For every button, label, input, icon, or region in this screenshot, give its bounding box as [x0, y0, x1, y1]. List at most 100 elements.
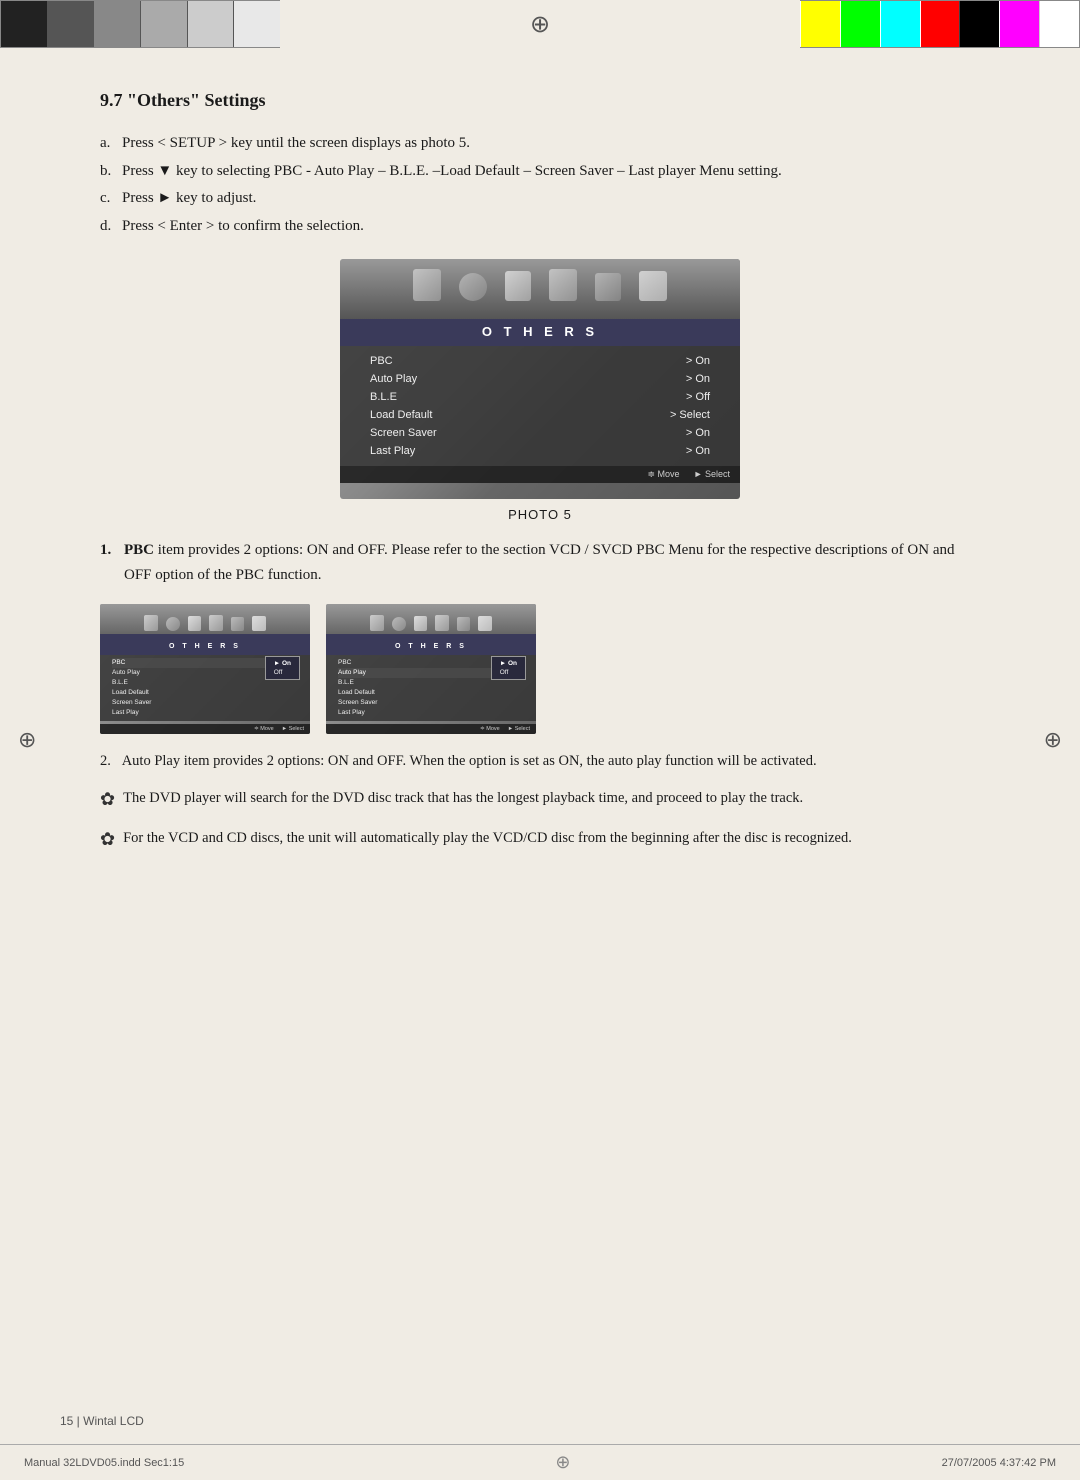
dvd-menu-row-pbc: PBC > On [370, 352, 710, 370]
small-popup-off-2: Off [500, 668, 517, 677]
num-label-1: 1. [100, 538, 124, 588]
dvd-menu-row-ble: B.L.E > Off [370, 388, 710, 406]
dvd-icon-2 [459, 273, 487, 301]
small-dvd-screen-1: O T H E R S PBC Auto Play B.L.E Load Def… [100, 604, 310, 734]
main-dvd-screen: O T H E R S PBC > On Auto Play > On B.L.… [340, 259, 740, 499]
instruction-text-b: Press ▼ key to selecting PBC - Auto Play… [122, 159, 980, 185]
dvd-menu-value-ble: > Off [686, 391, 710, 403]
dvd-icon-3 [505, 271, 531, 301]
footer-left-text: Manual 32LDVD05.indd Sec1:15 [24, 1457, 184, 1469]
instruction-text-a: Press < SETUP > key until the screen dis… [122, 131, 980, 157]
main-content: 9.7 "Others" Settings a. Press < SETUP >… [60, 60, 1020, 1430]
small-footer-select-1: ► Select [282, 726, 304, 732]
dvd-footer-select: ► Select [694, 469, 730, 480]
instruction-item-a: a. Press < SETUP > key until the screen … [100, 131, 980, 157]
note-icon-1: ✿ [100, 785, 115, 815]
section-title: 9.7 "Others" Settings [100, 90, 980, 111]
numbered-item-1: 1. PBC item provides 2 options: ON and O… [100, 538, 980, 588]
bottom-border: Manual 32LDVD05.indd Sec1:15 ⊕ 27/07/200… [0, 1444, 1080, 1480]
footer-right-text: 27/07/2005 4:37:42 PM [942, 1457, 1056, 1469]
instruction-label-d: d. [100, 214, 122, 240]
instruction-item-b: b. Press ▼ key to selecting PBC - Auto P… [100, 159, 980, 185]
dvd-menu-item-lastplay: Last Play [370, 445, 415, 457]
num-content-1: PBC item provides 2 options: ON and OFF.… [124, 538, 980, 588]
dvd-icon-5 [595, 273, 621, 301]
dvd-icons [413, 269, 667, 309]
dvd-footer-move: ≑ Move [648, 469, 680, 480]
small-screens-container: O T H E R S PBC Auto Play B.L.E Load Def… [100, 604, 980, 734]
small-row-screensaver-1: Screen Saver [112, 698, 298, 708]
main-screenshot-container: O T H E R S PBC > On Auto Play > On B.L.… [100, 259, 980, 499]
dvd-menu-row-loaddefault: Load Default > Select [370, 406, 710, 424]
page-num-text: 15 | Wintal LCD [60, 1414, 144, 1428]
num-bold-1: PBC [124, 542, 154, 558]
dvd-icon-4 [549, 269, 577, 301]
dvd-menu-item-ble: B.L.E [370, 391, 397, 403]
instruction-list: a. Press < SETUP > key until the screen … [100, 131, 980, 239]
top-border-left [0, 0, 280, 48]
num-2-text: Auto Play item provides 2 options: ON an… [122, 753, 817, 769]
dvd-menu-item-autoplay: Auto Play [370, 373, 417, 385]
small-menu-bar-1: O T H E R S [100, 634, 310, 655]
instruction-text-c: Press ► key to adjust. [122, 186, 980, 212]
instruction-item-c: c. Press ► key to adjust. [100, 186, 980, 212]
small-row-loaddefault-1: Load Default [112, 688, 298, 698]
dvd-icon-1 [413, 269, 441, 301]
small-menu-bar-2: O T H E R S [326, 634, 536, 655]
dvd-footer: ≑ Move ► Select [340, 466, 740, 483]
small-row-lastplay-2: Last Play [338, 708, 524, 718]
dvd-menu-bar: O T H E R S [340, 319, 740, 346]
note-text-1: The DVD player will search for the DVD d… [123, 787, 803, 811]
dvd-menu-value-screensaver: > On [686, 427, 710, 439]
dvd-menu-item-loaddefault: Load Default [370, 409, 432, 421]
small-popup-on-2: ► On [500, 659, 517, 668]
top-border-right [800, 0, 1080, 48]
small-footer-move-2: ≑ Move [480, 726, 500, 732]
page-number: 15 | Wintal LCD [60, 1414, 144, 1428]
instruction-label-b: b. [100, 159, 122, 185]
dvd-menu-title: O T H E R S [482, 324, 598, 339]
top-border: ⊕ [0, 0, 1080, 48]
dvd-screen-top [340, 259, 740, 319]
top-registration-mark: ⊕ [280, 0, 800, 48]
dvd-menu-row-autoplay: Auto Play > On [370, 370, 710, 388]
dvd-menu-value-pbc: > On [686, 355, 710, 367]
dvd-menu-value-loaddefault: > Select [670, 409, 710, 421]
note-2: ✿ For the VCD and CD discs, the unit wil… [100, 827, 980, 855]
photo-caption: PHOTO 5 [100, 507, 980, 522]
small-menu-title-2: O T H E R S [395, 643, 467, 650]
small-dvd-top-2 [326, 604, 536, 634]
small-menu-title-1: O T H E R S [169, 643, 241, 650]
small-row-screensaver-2: Screen Saver [338, 698, 524, 708]
note-text-2: For the VCD and CD discs, the unit will … [123, 827, 852, 851]
dvd-menu-body: PBC > On Auto Play > On B.L.E > Off Load… [340, 346, 740, 466]
small-popup-1: ► On Off [265, 656, 300, 680]
num-text-1: item provides 2 options: ON and OFF. Ple… [124, 542, 955, 583]
instruction-label-c: c. [100, 186, 122, 212]
small-row-lastplay-1: Last Play [112, 708, 298, 718]
note-icon-2: ✿ [100, 825, 115, 855]
small-footer-1: ≑ Move ► Select [100, 724, 310, 734]
small-dvd-screen-2: O T H E R S PBC Auto Play B.L.E Load Def… [326, 604, 536, 734]
num-2-label: 2. [100, 753, 111, 769]
small-footer-2: ≑ Move ► Select [326, 724, 536, 734]
small-popup-on-1: ► On [274, 659, 291, 668]
right-registration-mark: ⊕ [1044, 727, 1062, 753]
dvd-menu-value-lastplay: > On [686, 445, 710, 457]
small-footer-select-2: ► Select [508, 726, 530, 732]
left-registration-mark: ⊕ [18, 727, 36, 753]
dvd-icon-6 [639, 271, 667, 301]
dvd-menu-item-screensaver: Screen Saver [370, 427, 437, 439]
small-dvd-top-1 [100, 604, 310, 634]
small-popup-off-1: Off [274, 668, 291, 677]
dvd-menu-row-lastplay: Last Play > On [370, 442, 710, 460]
dvd-menu-row-screensaver: Screen Saver > On [370, 424, 710, 442]
dvd-menu-item-pbc: PBC [370, 355, 393, 367]
numbered-item-2: 2. Auto Play item provides 2 options: ON… [100, 750, 980, 774]
instruction-item-d: d. Press < Enter > to confirm the select… [100, 214, 980, 240]
small-footer-move-1: ≑ Move [254, 726, 274, 732]
small-popup-2: ► On Off [491, 656, 526, 680]
bottom-registration-mark: ⊕ [555, 1452, 570, 1473]
numbered-list: 1. PBC item provides 2 options: ON and O… [100, 538, 980, 588]
note-1: ✿ The DVD player will search for the DVD… [100, 787, 980, 815]
